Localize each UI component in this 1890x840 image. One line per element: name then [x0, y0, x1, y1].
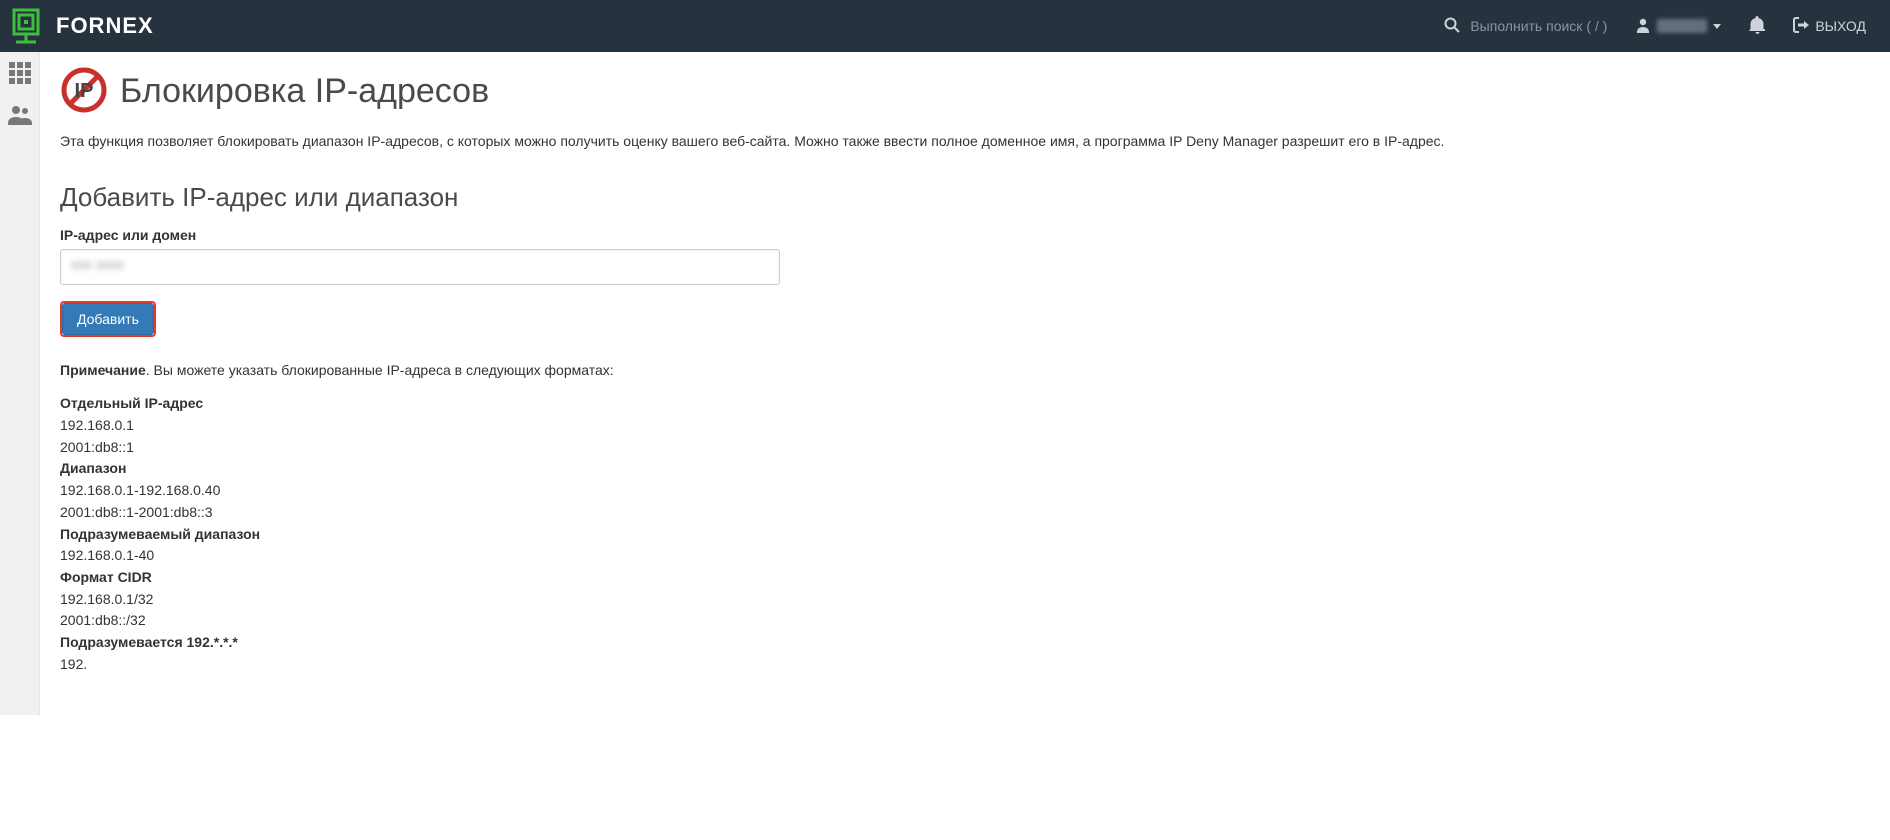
top-bar: FORNEX Выполнить поиск ( / ) ВЫХОД: [0, 0, 1890, 52]
brand-icon: [8, 6, 48, 46]
format-title: Подразумевается 192.*.*.*: [60, 632, 1870, 654]
top-bar-right: Выполнить поиск ( / ) ВЫХОД: [1430, 0, 1880, 52]
section-title: Добавить IP-адрес или диапазон: [60, 182, 1870, 213]
format-title: Диапазон: [60, 458, 1870, 480]
format-example: 192.: [60, 654, 1870, 676]
format-example: 192.168.0.1-192.168.0.40: [60, 480, 1870, 502]
chevron-down-icon: [1713, 24, 1721, 29]
ip-input-obscured-value: xxx xxxx: [71, 256, 124, 272]
format-title: Подразумеваемый диапазон: [60, 524, 1870, 546]
user-icon: [1635, 17, 1651, 36]
sidebar: [0, 52, 40, 715]
search-group[interactable]: Выполнить поиск ( / ): [1430, 0, 1621, 52]
user-name-obscured: [1657, 19, 1707, 33]
svg-text:IP: IP: [75, 80, 94, 102]
format-example: 192.168.0.1: [60, 415, 1870, 437]
sidebar-users-icon[interactable]: [8, 105, 32, 128]
ip-input[interactable]: xxx xxxx: [60, 249, 780, 285]
add-button-highlight: Добавить: [60, 301, 156, 337]
user-menu[interactable]: [1621, 0, 1735, 52]
brand-logo[interactable]: FORNEX: [0, 6, 154, 46]
format-title: Формат CIDR: [60, 567, 1870, 589]
format-example: 192.168.0.1-40: [60, 545, 1870, 567]
format-title: Отдельный IP-адрес: [60, 393, 1870, 415]
bell-icon: [1749, 16, 1765, 37]
note-label: Примечание: [60, 362, 146, 378]
format-example: 2001:db8::1-2001:db8::3: [60, 502, 1870, 524]
page-title: Блокировка IP-адресов: [120, 72, 489, 111]
page-title-icon: IP: [60, 66, 108, 117]
search-icon: [1444, 17, 1460, 36]
add-button[interactable]: Добавить: [62, 303, 154, 335]
logout-icon: [1793, 17, 1809, 36]
main-content: IP Блокировка IP-адресов Эта функция поз…: [40, 52, 1890, 715]
logout-button[interactable]: ВЫХОД: [1779, 0, 1880, 52]
format-example: 2001:db8::1: [60, 437, 1870, 459]
sidebar-apps-icon[interactable]: [9, 62, 31, 87]
logout-label: ВЫХОД: [1815, 18, 1866, 34]
format-example: 2001:db8::/32: [60, 610, 1870, 632]
search-placeholder: Выполнить поиск ( / ): [1470, 18, 1607, 34]
brand-text: FORNEX: [56, 13, 154, 39]
formats-list: Отдельный IP-адрес192.168.0.12001:db8::1…: [60, 393, 1870, 675]
ip-input-label: IP-адрес или домен: [60, 227, 1870, 243]
note-text: . Вы можете указать блокированные IP-адр…: [146, 362, 614, 378]
notifications-button[interactable]: [1735, 0, 1779, 52]
format-example: 192.168.0.1/32: [60, 589, 1870, 611]
note-line: Примечание. Вы можете указать блокирован…: [60, 359, 1870, 381]
page-description: Эта функция позволяет блокировать диапаз…: [60, 131, 1870, 152]
